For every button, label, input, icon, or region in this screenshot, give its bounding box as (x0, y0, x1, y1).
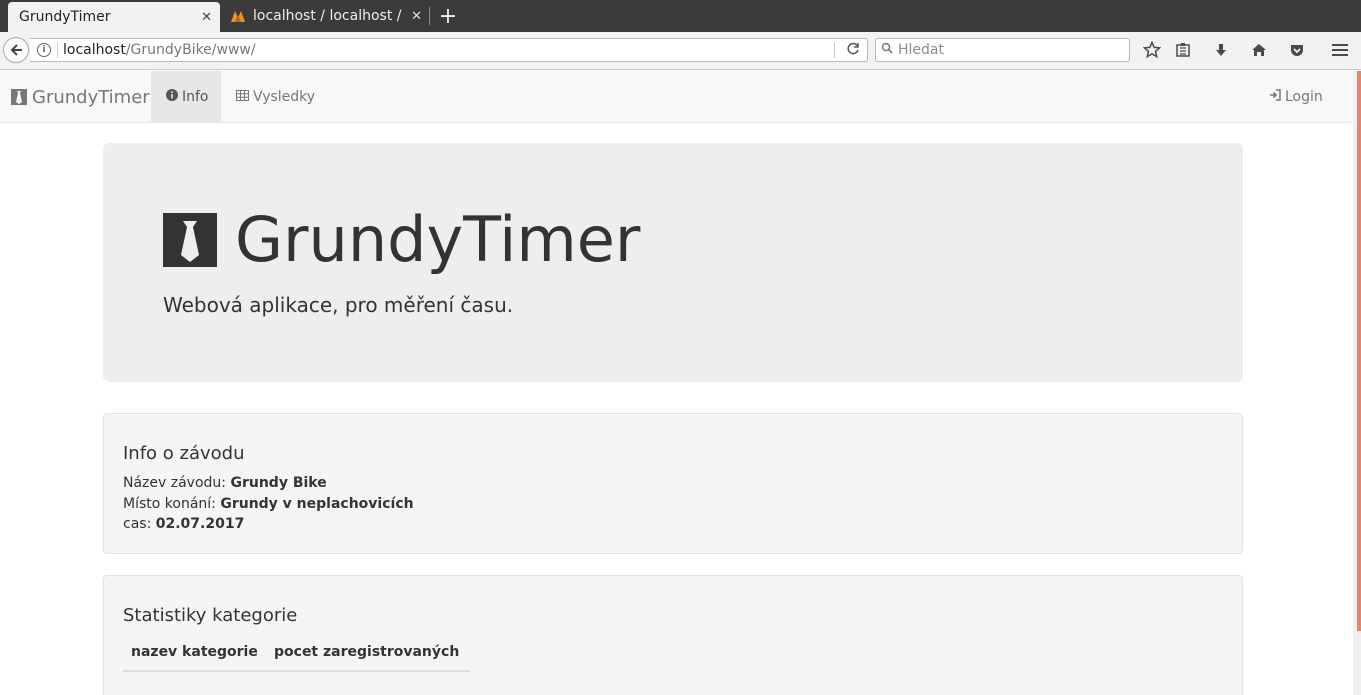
jumbotron-title: GrundyTimer (235, 203, 641, 276)
search-bar[interactable]: Hledat (875, 38, 1130, 62)
home-icon[interactable] (1248, 39, 1270, 61)
nav-info[interactable]: Info (151, 71, 221, 122)
reload-separator (834, 42, 835, 58)
app-navbar: GrundyTimer Info Vysledky Login (0, 71, 1353, 123)
stats-panel: Statistiky kategorie nazev kategorie poc… (103, 575, 1243, 695)
new-tab-button[interactable]: + (436, 3, 460, 29)
race-place-line: Místo konání: Grundy v neplachovicích (123, 496, 414, 512)
race-place-value: Grundy v neplachovicích (220, 496, 414, 512)
stats-table-header: nazev kategorie pocet zaregistrovaných (123, 640, 470, 672)
reading-list-icon[interactable] (1172, 39, 1194, 61)
race-name-value: Grundy Bike (230, 475, 327, 491)
url-bar[interactable]: i localhost/GrundyBike/www/ (30, 38, 868, 62)
back-arrow-icon[interactable] (3, 37, 29, 63)
tab-localhost[interactable]: localhost / localhost / ✕ (226, 0, 428, 32)
scrollbar-thumb[interactable] (1357, 71, 1361, 631)
nav-info-label: Info (182, 88, 209, 105)
download-icon[interactable] (1210, 39, 1232, 61)
nav-login[interactable]: Login (1254, 71, 1338, 122)
race-place-label: Místo konání: (123, 496, 216, 512)
navbar-brand[interactable]: GrundyTimer (11, 71, 150, 123)
login-icon (1269, 89, 1281, 104)
jumbotron-lead: Webová aplikace, pro měření času. (163, 293, 514, 317)
table-icon (236, 89, 249, 104)
nav-login-label: Login (1285, 88, 1323, 105)
site-info-icon[interactable]: i (37, 43, 51, 57)
stats-heading: Statistiky kategorie (123, 605, 298, 626)
column-header: nazev kategorie (131, 644, 258, 660)
race-name-line: Název závodu: Grundy Bike (123, 475, 327, 491)
tab-separator (429, 7, 430, 25)
tab-grundytimer[interactable]: GrundyTimer ✕ (8, 2, 220, 32)
url-separator (57, 42, 58, 58)
race-time-line: cas: 02.07.2017 (123, 516, 244, 532)
race-time-value: 02.07.2017 (155, 516, 245, 532)
phpmyadmin-favicon-icon (229, 8, 247, 24)
race-info-heading: Info o závodu (123, 443, 245, 464)
search-placeholder: Hledat (898, 42, 944, 58)
search-icon (881, 42, 893, 58)
browser-tab-bar: GrundyTimer ✕ localhost / localhost / ✕ … (0, 0, 1361, 32)
pocket-icon[interactable] (1286, 39, 1308, 61)
race-info-panel: Info o závodu Název závodu: Grundy Bike … (103, 413, 1243, 554)
nav-vysledky[interactable]: Vysledky (221, 71, 330, 122)
url-host: localhost (63, 42, 126, 58)
tie-logo-icon (11, 89, 27, 105)
nav-vysledky-label: Vysledky (253, 88, 316, 105)
brand-label: GrundyTimer (32, 86, 150, 108)
hamburger-menu-icon[interactable] (1329, 39, 1351, 61)
bookmark-star-icon[interactable] (1141, 39, 1163, 61)
close-tab-icon[interactable]: ✕ (411, 9, 422, 24)
url-path: /GrundyBike/www/ (125, 42, 256, 58)
race-name-label: Název závodu: (123, 475, 227, 491)
tab-title: localhost / localhost / (253, 8, 402, 24)
race-time-label: cas: (123, 516, 152, 532)
page-viewport: GrundyTimer Info Vysledky Login GrundyTi… (0, 71, 1353, 695)
close-tab-icon[interactable]: ✕ (201, 10, 212, 25)
info-circle-icon (166, 89, 178, 104)
page-title: GrundyTimer (163, 209, 640, 271)
jumbotron: GrundyTimer Webová aplikace, pro měření … (103, 143, 1243, 382)
column-header: pocet zaregistrovaných (274, 644, 460, 660)
tab-title: GrundyTimer (19, 9, 111, 25)
browser-toolbar: i localhost/GrundyBike/www/ Hledat (0, 32, 1361, 70)
tie-logo-icon (163, 213, 217, 267)
reload-icon[interactable] (847, 42, 860, 59)
